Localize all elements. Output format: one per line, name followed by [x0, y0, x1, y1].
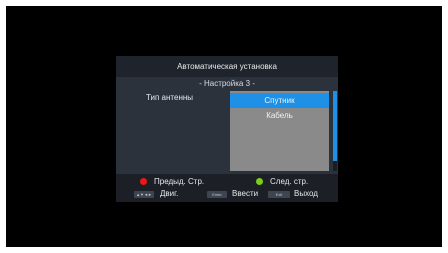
options-scrollbar[interactable] [333, 91, 337, 171]
red-key-icon [140, 178, 147, 185]
dialog-title: Автоматическая установка [116, 56, 338, 77]
exit-key-icon: Exit [268, 191, 290, 198]
key-legend: Предыд. Стр. След. стр. ▲▼◄► Двиг. Enter… [116, 174, 338, 202]
scrollbar-thumb[interactable] [333, 91, 337, 161]
tv-screen: Автоматическая установка - Настройка 3 -… [6, 6, 442, 247]
option-satellite[interactable]: Спутник [230, 93, 329, 108]
antenna-type-options: Спутник Кабель [230, 91, 329, 171]
next-page-label: След. стр. [270, 177, 309, 186]
enter-key-icon: Enter [207, 191, 227, 198]
auto-install-dialog: Автоматическая установка - Настройка 3 -… [116, 56, 338, 202]
enter-label: Ввести [232, 189, 259, 198]
arrow-keys-icon: ▲▼◄► [134, 191, 154, 198]
green-key-icon [256, 178, 263, 185]
move-label: Двиг. [160, 189, 179, 198]
exit-label: Выход [294, 189, 318, 198]
prev-page-label: Предыд. Стр. [154, 177, 205, 186]
option-cable[interactable]: Кабель [230, 108, 329, 123]
dialog-subtitle: - Настройка 3 - [199, 79, 255, 88]
